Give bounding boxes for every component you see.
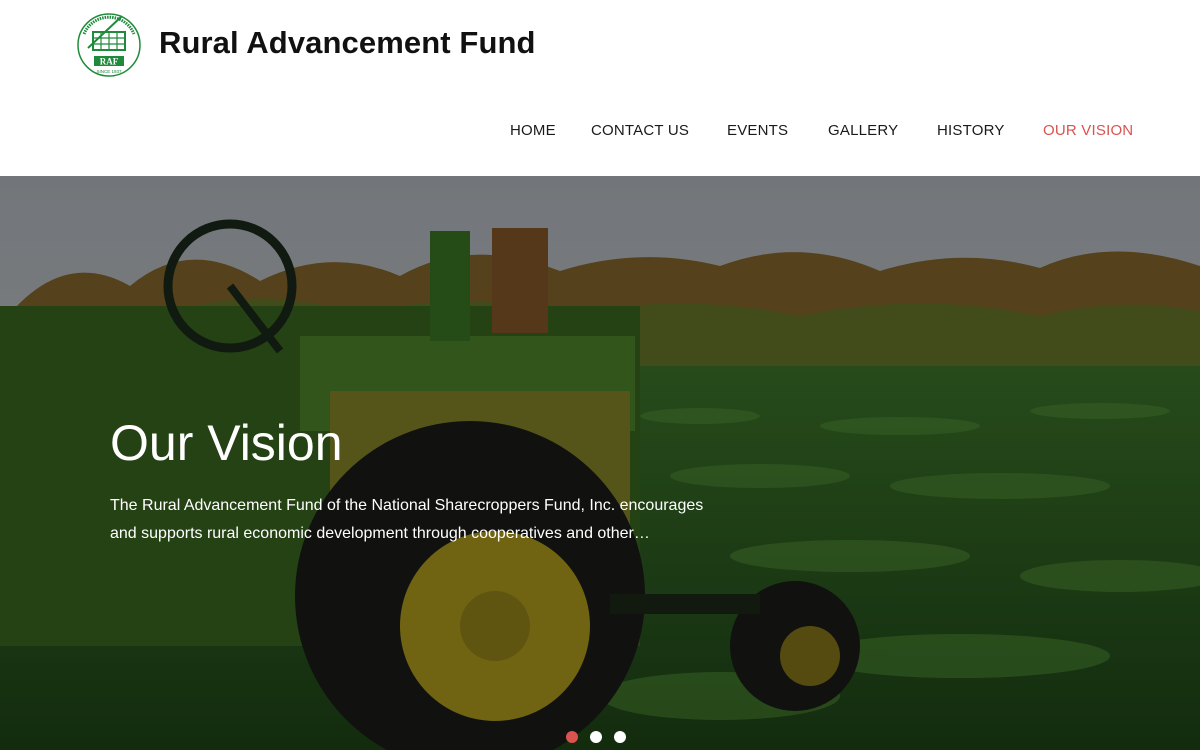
site-title[interactable]: Rural Advancement Fund <box>159 25 536 61</box>
slider-dot-1[interactable] <box>566 731 578 743</box>
raf-logo[interactable]: RAF SINCE 1937 <box>76 12 142 78</box>
slider-dot-2[interactable] <box>590 731 602 743</box>
hero-title: Our Vision <box>110 415 343 471</box>
site-header: RAF SINCE 1937 Rural Advancement Fund HO… <box>0 0 1200 176</box>
nav-events[interactable]: EVENTS <box>727 122 788 139</box>
hero-text: The Rural Advancement Fund of the Nation… <box>110 497 704 542</box>
nav-history[interactable]: HISTORY <box>937 122 1005 139</box>
nav-contact-us[interactable]: CONTACT US <box>591 122 689 139</box>
hero-slider: Our Vision The Rural Advancement Fund of… <box>0 176 1200 750</box>
logo-since: SINCE 1937 <box>96 69 122 74</box>
main-nav: HOME CONTACT US EVENTS GALLERY HISTORY O… <box>0 122 1200 144</box>
nav-gallery[interactable]: GALLERY <box>828 122 898 139</box>
nav-our-vision[interactable]: OUR VISION <box>1043 122 1133 139</box>
nav-home[interactable]: HOME <box>510 122 556 139</box>
slider-dot-3[interactable] <box>614 731 626 743</box>
logo-text: RAF <box>100 57 119 67</box>
